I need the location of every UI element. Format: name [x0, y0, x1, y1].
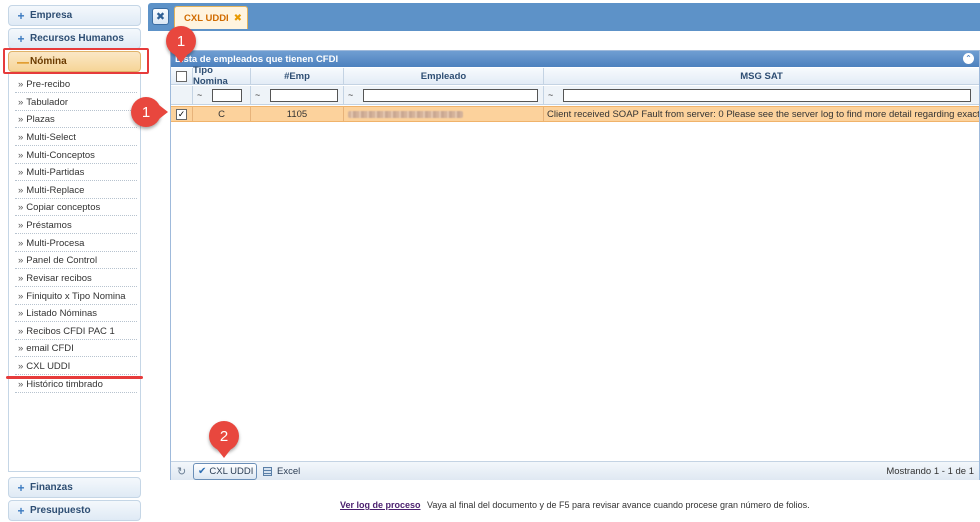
row-checkbox[interactable]: ✓	[176, 108, 187, 120]
sidebar-item-multi-select[interactable]: » Multi-Select	[15, 129, 137, 146]
sidebar-item-prestamos[interactable]: » Préstamos	[15, 217, 137, 234]
sidebar-section-recursos-humanos[interactable]: + Recursos Humanos	[8, 28, 141, 49]
cell-msg-sat: Client received SOAP Fault from server: …	[547, 108, 979, 120]
filter-operator[interactable]: ~	[548, 90, 560, 100]
annotation-marker-1-row: 1	[131, 97, 168, 127]
column-header-tipo-nomina[interactable]: Tipo Nomina	[193, 65, 251, 87]
filter-operator[interactable]: ~	[197, 90, 209, 100]
filter-empleado: ~	[344, 86, 544, 105]
filter-tipo-nomina-input[interactable]	[212, 88, 242, 102]
nomina-submenu: » Pre-recibo » Tabulador » Plazas » Multi-Se…	[8, 74, 141, 472]
select-all-checkbox[interactable]	[176, 70, 187, 82]
filter-empleado-input[interactable]	[363, 88, 538, 102]
filter-msg-sat-input[interactable]	[563, 88, 971, 102]
sidebar-section-finanzas[interactable]: + Finanzas	[8, 477, 141, 498]
sidebar-item-cxl-uddi[interactable]: » CXL UDDI	[15, 358, 137, 375]
sidebar-item-pre-recibo[interactable]: » Pre-recibo	[15, 76, 137, 93]
cell-tipo-nomina: C	[193, 107, 251, 121]
grid-caption: Lista de empleados que tienen CFDI ⌃	[171, 51, 979, 67]
filter-msg-sat: ~	[544, 86, 979, 105]
filter-emp-input[interactable]	[270, 88, 338, 102]
nomina-highlight-box	[3, 48, 149, 74]
plus-icon: +	[17, 480, 25, 495]
sidebar-section-label: Finanzas	[30, 482, 73, 493]
sidebar-section-label: Empresa	[30, 10, 73, 21]
sidebar-item-finiquito[interactable]: » Finiquito x Tipo Nomina	[15, 288, 137, 305]
sidebar-item-revisar-recibos[interactable]: » Revisar recibos	[15, 270, 137, 287]
tab-bar	[148, 3, 980, 31]
app-root: + Empresa + Recursos Humanos — Nómina » P…	[0, 0, 980, 522]
annotation-marker-1-caption: 1	[166, 26, 196, 63]
column-header-emp[interactable]: #Emp	[251, 68, 344, 85]
tab-label: CXL UDDI	[184, 12, 229, 24]
cell-empleado	[344, 107, 544, 121]
excel-button-label: Excel	[277, 466, 301, 477]
close-all-tabs-button[interactable]: ✖	[152, 8, 169, 25]
row-select-cell: ✓	[171, 107, 193, 121]
filter-tipo-nomina: ~	[193, 86, 251, 105]
filter-spacer	[171, 86, 193, 105]
filter-operator[interactable]: ~	[255, 90, 267, 100]
redacted-employee-name	[348, 110, 463, 118]
close-icon[interactable]: ✖	[234, 13, 242, 24]
sidebar-section-empresa[interactable]: + Empresa	[8, 5, 141, 26]
sidebar-item-multi-conceptos[interactable]: » Multi-Conceptos	[15, 147, 137, 164]
check-icon: ✔	[198, 466, 207, 477]
cxl-uddi-underline	[6, 376, 143, 379]
footer-note: Ver log de proceso Vaya al final del doc…	[340, 500, 810, 510]
sidebar-item-panel-de-control[interactable]: » Panel de Control	[15, 252, 137, 269]
sidebar-section-label: Presupuesto	[30, 505, 91, 516]
column-header-empleado[interactable]: Empleado	[344, 68, 544, 85]
spreadsheet-icon	[263, 467, 272, 476]
sidebar-section-label: Recursos Humanos	[30, 33, 124, 44]
cxl-uddi-button[interactable]: ✔ CXL UDDI	[193, 463, 257, 480]
sidebar-section-presupuesto[interactable]: + Presupuesto	[8, 500, 141, 521]
refresh-icon[interactable]: ↻	[177, 465, 186, 478]
filter-operator[interactable]: ~	[348, 90, 360, 100]
process-log-link[interactable]: Ver log de proceso	[340, 500, 421, 510]
sidebar-item-copiar-conceptos[interactable]: » Copiar conceptos	[15, 199, 137, 216]
pager-info: Mostrando 1 - 1 de 1	[886, 466, 974, 477]
sidebar-item-email-cfdi[interactable]: » email CFDI	[15, 340, 137, 357]
sidebar-item-multi-procesa[interactable]: » Multi-Procesa	[15, 235, 137, 252]
filter-emp: ~	[251, 86, 344, 105]
sidebar-item-tabulador[interactable]: » Tabulador	[15, 94, 137, 111]
table-row[interactable]: ✓ C 1105 Client received SOAP Fault from…	[171, 106, 979, 122]
sidebar-item-multi-partidas[interactable]: » Multi-Partidas	[15, 164, 137, 181]
sidebar-item-listado-nominas[interactable]: » Listado Nóminas	[15, 305, 137, 322]
sidebar-item-plazas[interactable]: » Plazas	[15, 111, 137, 128]
plus-icon: +	[17, 31, 25, 46]
sidebar: + Empresa + Recursos Humanos — Nómina » P…	[0, 0, 149, 522]
sidebar-item-multi-replace[interactable]: » Multi-Replace	[15, 182, 137, 199]
plus-icon: +	[17, 503, 25, 518]
cxl-uddi-button-label: CXL UDDI	[209, 466, 254, 477]
grid-caption-text: Lista de empleados que tienen CFDI	[175, 53, 339, 65]
employees-grid: Lista de empleados que tienen CFDI ⌃ Tip…	[170, 50, 980, 480]
annotation-marker-2-button: 2	[209, 421, 239, 458]
tab-cxl-uddi[interactable]: CXL UDDI ✖	[174, 6, 248, 29]
excel-button[interactable]: Excel	[263, 463, 300, 480]
sidebar-item-recibos-cfdi[interactable]: » Recibos CFDI PAC 1	[15, 323, 137, 340]
plus-icon: +	[17, 8, 25, 23]
grid-pager: ↻ ✔ CXL UDDI Excel Mostrando 1 - 1 de 1	[171, 461, 979, 480]
collapse-icon[interactable]: ⌃	[963, 53, 974, 64]
cell-emp: 1105	[251, 107, 344, 121]
column-header-msg-sat[interactable]: MSG SAT	[544, 68, 979, 85]
select-all-header	[171, 68, 193, 85]
footer-text: Vaya al final del documento y de F5 para…	[427, 500, 810, 510]
